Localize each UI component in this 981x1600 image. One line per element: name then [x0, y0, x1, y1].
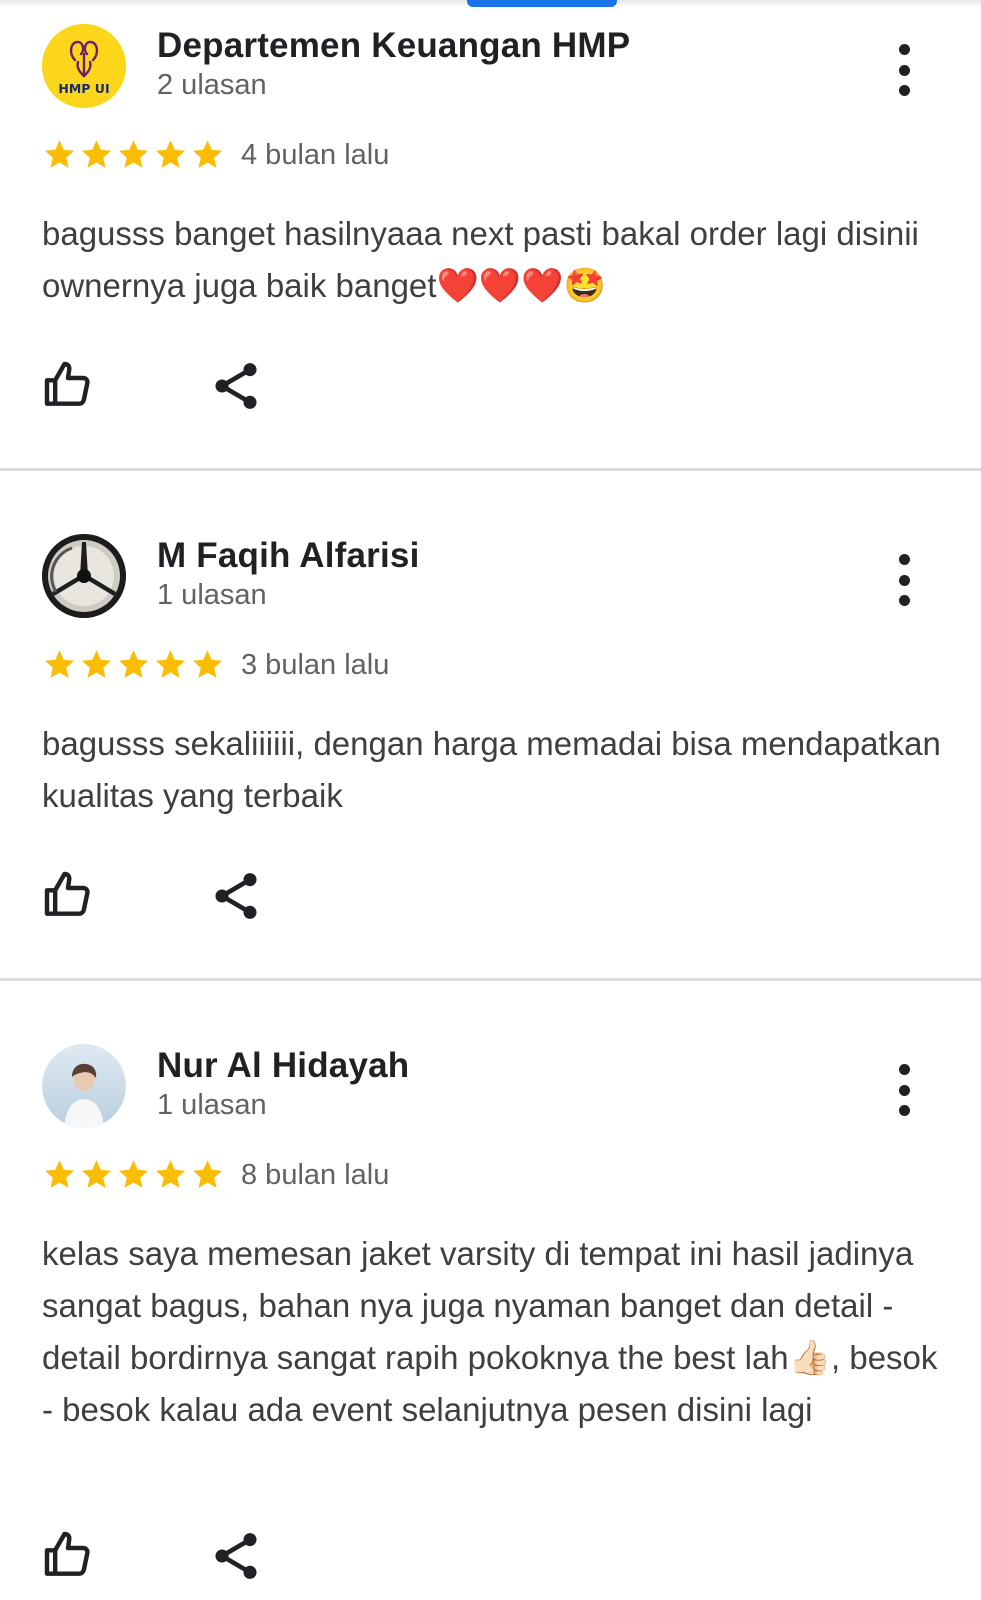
- author-name[interactable]: Nur Al Hidayah: [157, 1046, 409, 1086]
- share-icon[interactable]: [208, 868, 264, 924]
- review-text: kelas saya memesan jaket varsity di temp…: [42, 1228, 947, 1436]
- more-vert-icon: [898, 554, 910, 565]
- thumb-up-icon[interactable]: [40, 867, 96, 923]
- avatar[interactable]: [42, 1044, 126, 1128]
- star-icon: [155, 650, 186, 678]
- star-icon: [118, 140, 149, 168]
- svg-text:HMP UI: HMP UI: [58, 81, 109, 96]
- share-icon[interactable]: [208, 358, 264, 414]
- star-icon: [155, 140, 186, 168]
- thumb-up-icon[interactable]: [40, 1527, 96, 1583]
- star-icon: [192, 1160, 223, 1188]
- star-icon: [44, 650, 75, 678]
- star-icon: [118, 650, 149, 678]
- author-review-count: 1 ulasan: [157, 1089, 267, 1121]
- review-card: Nur Al Hidayah 1 ulasan 8 bulan lalu kel…: [0, 1020, 981, 1600]
- star-icon: [81, 1160, 112, 1188]
- review-time: 3 bulan lalu: [241, 649, 390, 681]
- avatar[interactable]: [42, 534, 126, 618]
- review-text: bagusss banget hasilnyaaa next pasti bak…: [42, 208, 947, 312]
- review-card: HMP UI Departemen Keuangan HMP 2 ulasan …: [0, 0, 981, 470]
- divider: [0, 978, 981, 981]
- review-time: 8 bulan lalu: [241, 1159, 390, 1191]
- star-rating: [42, 647, 225, 682]
- thumb-up-icon[interactable]: [40, 357, 96, 413]
- star-icon: [155, 1160, 186, 1188]
- author-review-count: 2 ulasan: [157, 69, 267, 101]
- more-vert-icon-dot: [898, 574, 910, 586]
- divider: [0, 468, 981, 471]
- share-icon[interactable]: [208, 1528, 264, 1584]
- avatar[interactable]: HMP UI: [42, 24, 126, 108]
- more-options-button[interactable]: [892, 554, 916, 606]
- author-review-count: 1 ulasan: [157, 579, 267, 611]
- more-options-button[interactable]: [892, 44, 916, 96]
- star-icon: [44, 1160, 75, 1188]
- more-vert-icon-dot: [898, 595, 910, 606]
- star-rating: [42, 1157, 225, 1192]
- review-time: 4 bulan lalu: [241, 139, 390, 171]
- more-vert-icon: [898, 1064, 910, 1075]
- profile-photo-icon: [42, 1044, 126, 1128]
- review-text-body: kelas saya memesan jaket varsity di temp…: [42, 1235, 914, 1376]
- author-name[interactable]: M Faqih Alfarisi: [157, 536, 420, 576]
- star-icon: [192, 650, 223, 678]
- star-icon: [44, 140, 75, 168]
- more-vert-icon: [898, 44, 910, 55]
- review-card: M Faqih Alfarisi 1 ulasan 3 bulan lalu b…: [0, 510, 981, 980]
- more-vert-icon-dot: [898, 1105, 910, 1116]
- star-icon: [192, 140, 223, 168]
- review-emoji: ❤️❤️❤️🤩: [436, 267, 606, 305]
- profile-photo-icon: [42, 534, 126, 618]
- review-text: bagusss sekaliiiiii, dengan harga memada…: [42, 718, 947, 822]
- star-icon: [118, 1160, 149, 1188]
- star-icon: [81, 650, 112, 678]
- star-icon: [81, 140, 112, 168]
- author-name[interactable]: Departemen Keuangan HMP: [157, 26, 630, 66]
- more-vert-icon-dot: [898, 85, 910, 96]
- hmp-logo-icon: HMP UI: [42, 24, 126, 108]
- star-rating: [42, 137, 225, 172]
- more-vert-icon-dot: [898, 64, 910, 76]
- more-options-button[interactable]: [892, 1064, 916, 1116]
- review-text-body: bagusss sekaliiiiii, dengan harga memada…: [42, 725, 941, 814]
- review-emoji: 👍🏻: [788, 1339, 832, 1377]
- more-vert-icon-dot: [898, 1084, 910, 1096]
